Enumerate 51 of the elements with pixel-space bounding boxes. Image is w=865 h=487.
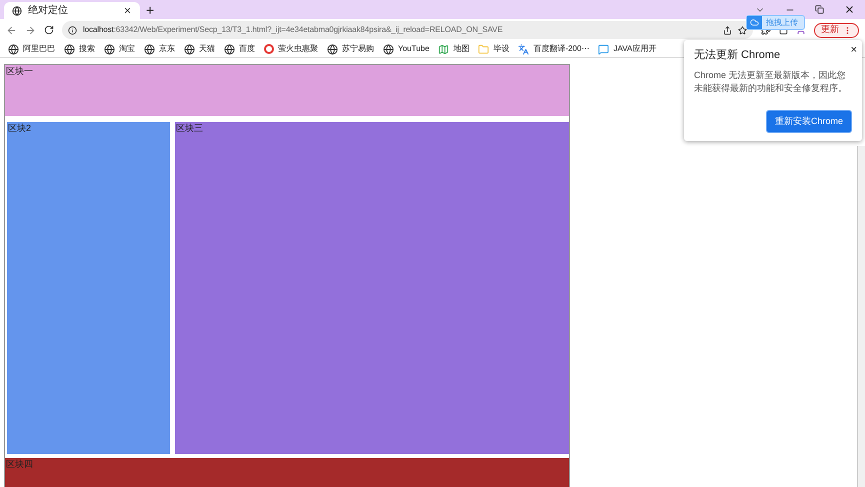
bookmark-item[interactable]: 萤火虫惠聚 [264,43,318,55]
globe-icon [184,44,195,54]
restore-icon[interactable] [815,5,824,14]
popup-title: 无法更新 Chrome [694,48,782,63]
globe-icon [383,44,394,54]
translate-icon [518,44,530,54]
popup-body: Chrome 无法更新至最新版本，因此您未能获得最新的功能和安全修复程序。 [694,68,848,94]
address-bar[interactable]: localhost:63342/Web/Experiment/Secp_13/T3_1.html?_ijt=4e34etabma0gjrkiaak84psira&_ij_reload=RELOAD_ON_SAVE [62,21,753,39]
block-two: 区块2 [7,122,170,454]
forward-icon[interactable] [25,24,36,36]
chat-icon [598,44,610,54]
star-icon[interactable] [738,26,747,34]
close-icon[interactable] [123,6,132,15]
share-icon[interactable] [723,26,732,34]
cloud-icon [750,18,759,27]
info-icon [68,26,77,34]
block-three: 区块三 [175,122,569,454]
folder-icon [478,44,490,54]
globe-icon [327,44,338,54]
bookmark-item[interactable]: 苏宁易购 [327,43,374,55]
block-one: 区块一 [5,65,569,116]
bookmark-item[interactable]: 天猫 [184,43,215,55]
bookmark-item[interactable]: 地图 [438,43,470,55]
reinstall-button[interactable]: 重新安装Chrome [766,110,852,133]
url-text: localhost:63342/Web/Experiment/Secp_13/T3_1.html?_ijt=4e34etabma0gjrkiaak84psira&_ij_reload=RELOAD_ON_SAVE [83,24,504,36]
reload-icon[interactable] [44,25,54,35]
globe-icon [64,44,75,54]
bookmark-item[interactable]: 京东 [144,43,175,55]
bookmark-item[interactable]: 搜索 [64,43,95,55]
block-four: 区块四 [5,458,569,487]
globe-icon [8,44,19,54]
globe-icon [144,44,155,54]
update-button[interactable]: 更新 [814,22,859,38]
bookmark-item[interactable]: 百度翻译-200⋯ [518,43,590,55]
globe-icon [12,6,22,16]
globe-icon [224,44,235,54]
map-icon [438,44,450,54]
globe-icon [104,44,115,54]
tab-title: 绝对定位 [28,4,69,18]
bookmark-item[interactable]: 百度 [224,43,255,55]
browser-tab[interactable]: 绝对定位 [4,2,140,19]
bookmark-item[interactable]: 毕设 [478,43,510,55]
bookmark-item[interactable]: JAVA应用开 [598,43,656,55]
bookmark-item[interactable]: YouTube [383,43,430,55]
bookmark-item[interactable]: 阿里巴巴 [8,43,55,55]
back-icon[interactable] [6,24,17,36]
new-tab-button[interactable]: + [146,2,154,18]
ring-icon [264,44,274,54]
bookmark-item[interactable]: 淘宝 [104,43,135,55]
close-icon[interactable] [844,4,855,15]
close-button[interactable]: × [850,42,857,58]
